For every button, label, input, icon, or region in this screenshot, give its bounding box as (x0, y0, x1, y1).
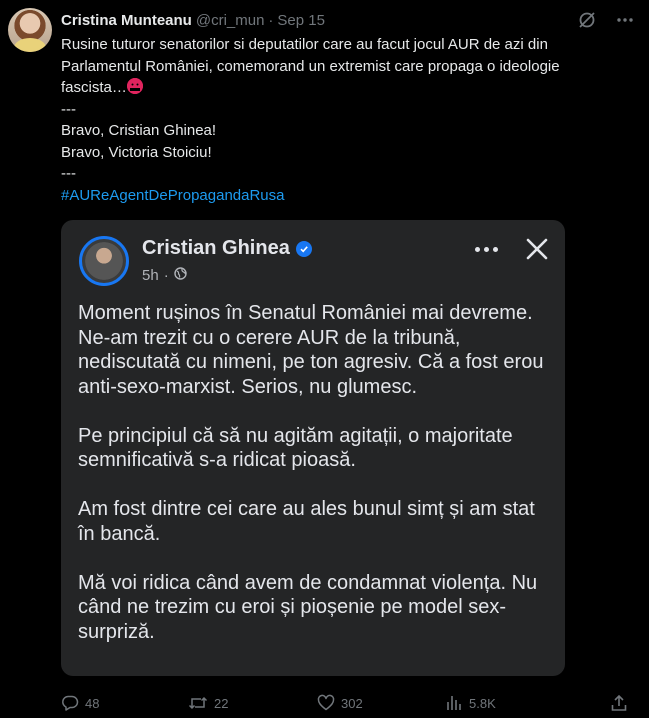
fb-post-body: Moment rușinos în Senatul României mai d… (78, 301, 554, 669)
grok-icon[interactable] (577, 10, 597, 30)
fb-more-icon (468, 237, 504, 261)
views-icon (445, 694, 463, 712)
tweet-line: Rusine tuturor senatorilor si deputatilo… (61, 36, 548, 53)
repost-count: 22 (214, 695, 229, 711)
repost-icon (188, 694, 208, 712)
fb-meta-dot: · (163, 267, 169, 284)
share-icon (610, 694, 628, 712)
fb-paragraph: Am fost dintre cei care au ales bunul si… (78, 498, 535, 545)
author-avatar[interactable] (8, 8, 52, 52)
tweet-line: --- (61, 100, 76, 118)
header-separator: · (268, 11, 274, 29)
views-button[interactable]: 5.8K (445, 692, 496, 714)
globe-icon (173, 267, 187, 284)
like-button[interactable]: 302 (317, 692, 363, 714)
hashtag-link[interactable]: #AUReAgentDePropagandaRusa (61, 187, 284, 204)
more-icon[interactable] (615, 10, 635, 30)
heart-icon (317, 694, 335, 712)
fb-author: Cristian Ghinea (142, 237, 312, 260)
reply-icon (61, 694, 79, 712)
author-name[interactable]: Cristina Munteanu (61, 12, 192, 29)
tweet-text: Rusine tuturor senatorilor si deputatilo… (61, 34, 631, 206)
author-handle[interactable]: @cri_mun (196, 12, 265, 29)
verified-badge-icon (295, 240, 312, 257)
header-actions (577, 10, 635, 30)
tweet-actions: 48 22 302 5.8K (61, 692, 636, 714)
tweet[interactable]: Cristina Munteanu @cri_mun · Sep 15 Rusi… (0, 0, 649, 718)
fb-paragraph: Moment rușinos în Senatul României mai d… (78, 302, 544, 398)
share-button[interactable] (610, 692, 628, 714)
tweet-line: Parlamentul României, comemorand un extr… (61, 57, 560, 75)
fb-close-icon (524, 236, 550, 262)
tweet-date[interactable]: Sep 15 (277, 12, 325, 29)
fb-post-time: 5h (142, 267, 159, 284)
tweet-line: --- (61, 165, 76, 182)
fb-paragraph: Mă voi ridica când avem de condamnat vio… (78, 571, 538, 643)
tweet-line: Bravo, Cristian Ghinea! (61, 122, 217, 139)
tweet-line: Bravo, Victoria Stoiciu! (61, 143, 212, 161)
fb-post-meta: 5h · (142, 267, 187, 284)
tweet-header: Cristina Munteanu @cri_mun · Sep 15 (61, 10, 325, 30)
reply-button[interactable]: 48 (61, 692, 99, 714)
repost-button[interactable]: 22 (188, 692, 228, 714)
like-count: 302 (341, 695, 363, 711)
tweet-line: fascista… (61, 77, 631, 99)
views-count: 5.8K (469, 695, 496, 711)
reply-count: 48 (85, 695, 100, 711)
fb-paragraph: Pe principiul că să nu agităm agitații, … (78, 424, 513, 472)
fb-author-name: Cristian Ghinea (142, 237, 290, 259)
angry-face-icon (126, 78, 143, 94)
fb-author-avatar (79, 236, 129, 286)
embedded-image[interactable]: Cristian Ghinea 5h · Moment rușinos în S… (61, 220, 565, 676)
